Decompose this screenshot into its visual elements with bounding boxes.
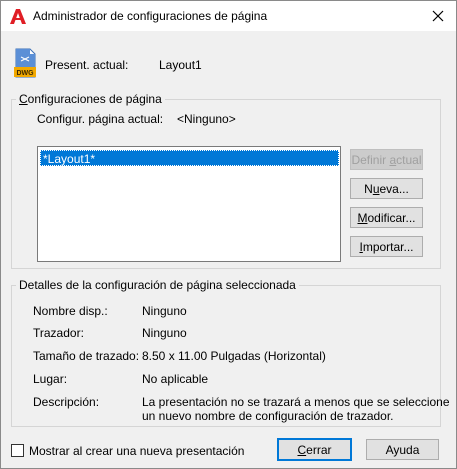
description-value-line2: un nuevo nombre de configuración de traz…: [142, 409, 394, 423]
location-value: No aplicable: [142, 372, 209, 386]
show-on-new-layout-checkbox[interactable]: [11, 444, 24, 457]
dwg-icon-text: DWG: [16, 70, 34, 77]
import-button-label: Importar...: [359, 239, 414, 254]
new-button[interactable]: Nueva...: [350, 178, 423, 199]
close-button-label: Cerrar: [297, 442, 332, 457]
page-setups-group-title-rest: onfiguraciones de página: [27, 92, 162, 106]
list-item[interactable]: *Layout1*: [40, 150, 339, 166]
plot-size-value: 8.50 x 11.00 Pulgadas (Horizontal): [142, 349, 326, 363]
device-name-label: Nombre disp.:: [33, 304, 108, 318]
current-page-setup-label: Configur. página actual:: [37, 112, 164, 126]
plotter-label: Trazador:: [33, 326, 84, 340]
close-icon: [432, 10, 444, 22]
window-title: Administrador de configuraciones de pági…: [33, 9, 268, 23]
close-button[interactable]: Cerrar: [277, 438, 352, 461]
help-button[interactable]: Ayuda: [366, 439, 439, 460]
plotter-value: Ninguno: [142, 326, 187, 340]
description-value-line1: La presentación no se trazará a menos qu…: [142, 395, 450, 409]
plot-size-label: Tamaño de trazado:: [33, 349, 140, 363]
current-layout-value: Layout1: [159, 58, 202, 72]
details-group-title: Detalles de la configuración de página s…: [16, 278, 299, 292]
import-button[interactable]: Importar...: [350, 236, 423, 257]
current-page-setup-value: <Ninguno>: [177, 112, 236, 126]
close-window-button[interactable]: [420, 1, 456, 31]
modify-button[interactable]: Modificar...: [350, 207, 423, 228]
title-bar: Administrador de configuraciones de pági…: [1, 1, 456, 31]
page-setup-manager-dialog: Administrador de configuraciones de pági…: [0, 0, 457, 469]
dwg-file-icon: DWG: [14, 48, 36, 78]
autocad-logo-icon: [10, 9, 26, 24]
page-setups-group-title: Configuraciones de página: [16, 92, 165, 106]
set-current-button-label: Definir actual: [351, 152, 422, 167]
set-current-button[interactable]: Definir actual: [350, 149, 423, 170]
description-label: Descripción:: [33, 395, 100, 409]
new-button-label: Nueva...: [364, 181, 409, 196]
device-name-value: Ninguno: [142, 304, 187, 318]
show-on-new-layout-label[interactable]: Mostrar al crear una nueva presentación: [29, 444, 244, 458]
location-label: Lugar:: [33, 372, 68, 386]
help-button-label: Ayuda: [385, 442, 420, 457]
page-setups-list[interactable]: *Layout1*: [37, 146, 341, 262]
modify-button-label: Modificar...: [357, 210, 416, 225]
current-layout-label: Present. actual:: [45, 58, 129, 72]
